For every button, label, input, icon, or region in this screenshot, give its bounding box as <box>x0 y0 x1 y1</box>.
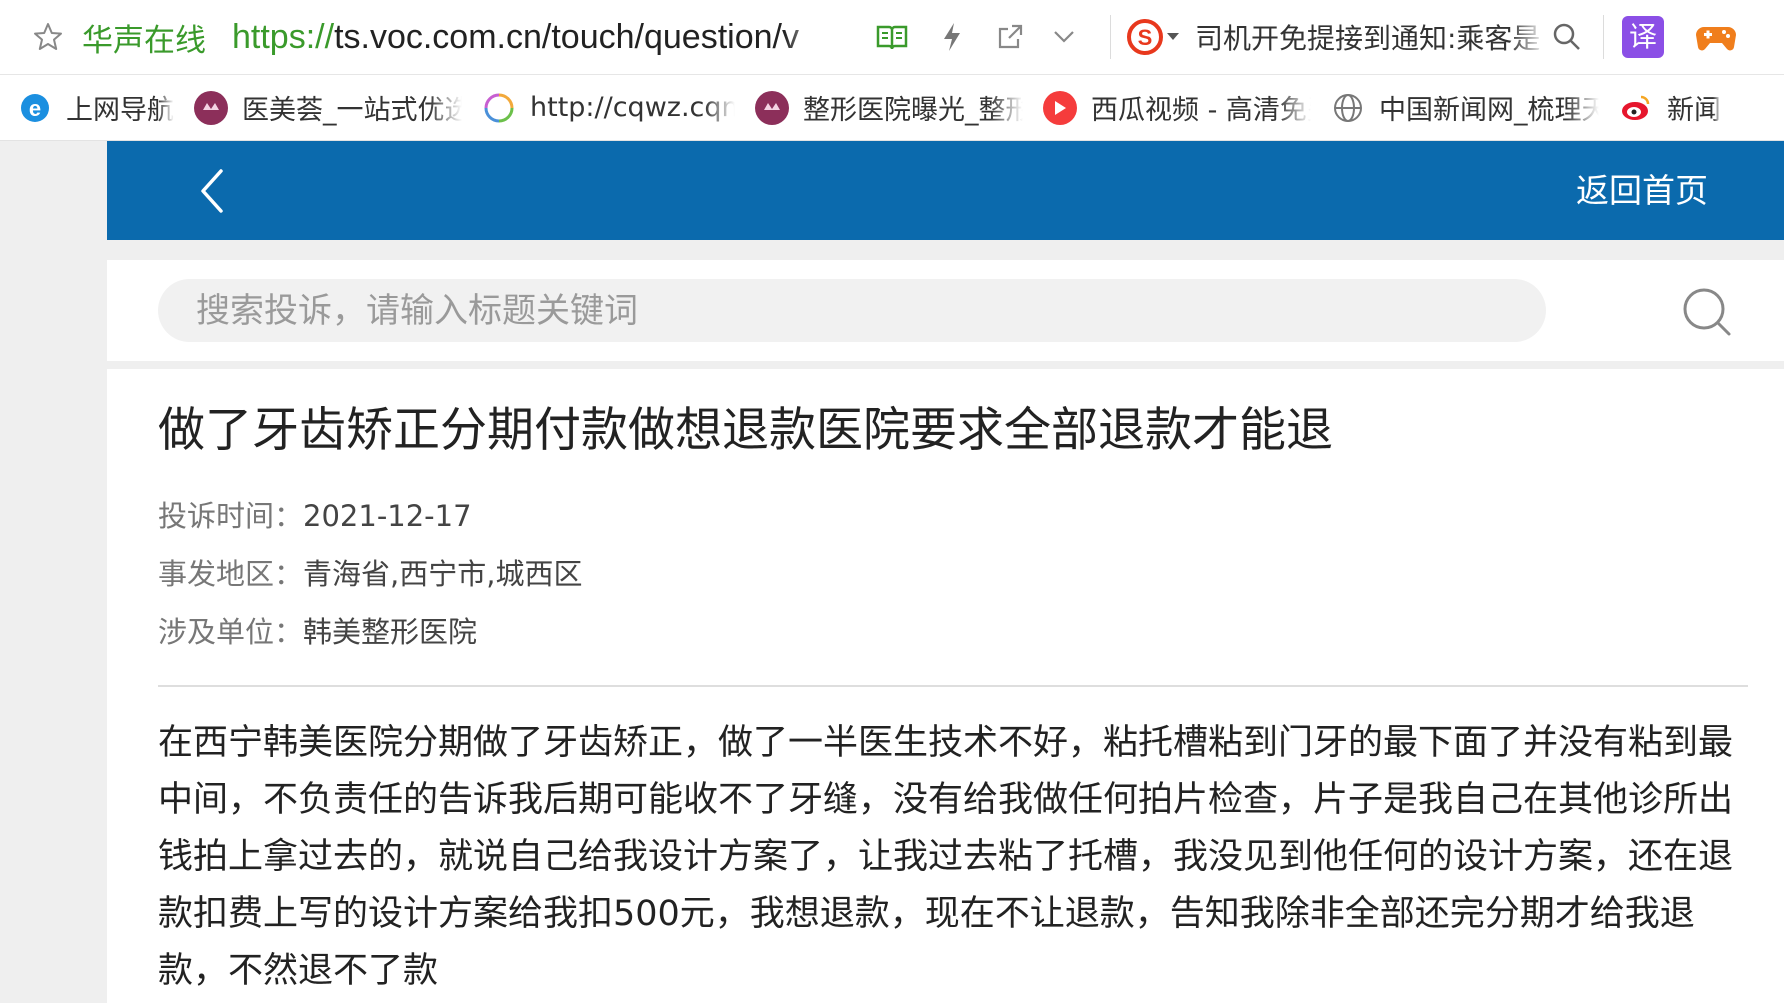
svg-text:S: S <box>1138 25 1153 50</box>
toolbar-separator <box>1603 15 1604 59</box>
divider <box>158 685 1748 687</box>
complaint-meta: 投诉时间：2021-12-17 事发地区：青海省,西宁市,城西区 涉及单位：韩美… <box>158 487 1748 661</box>
sogou-search-box[interactable]: S 司机开免提接到通知:乘客是 <box>1125 17 1587 57</box>
meta-key: 投诉时间： <box>158 499 304 533</box>
yimeihui-icon <box>194 90 228 125</box>
complaint-article: 做了牙齿矫正分期付款做想退款医院要求全部退款才能退 投诉时间：2021-12-1… <box>158 369 1748 1000</box>
meta-involved-unit: 涉及单位：韩美整形医院 <box>158 603 1748 661</box>
site-name: 华声在线 <box>82 22 206 59</box>
content-column: 返回首页 做了牙齿矫正分期付款做想退款医院要求全部退款才能退 投诉时间：2021… <box>107 141 1784 1003</box>
chevron-down-icon[interactable] <box>1044 17 1084 57</box>
complaint-body: 在西宁韩美医院分期做了牙齿矫正，做了一半医生技术不好，粘托槽粘到门牙的最下面了并… <box>158 723 1734 991</box>
meta-key: 涉及单位： <box>158 615 304 649</box>
bookmark-label: 中国新闻网_梳理天 <box>1379 95 1599 126</box>
translate-icon[interactable]: 译 <box>1622 16 1664 58</box>
search-icon[interactable] <box>1547 17 1587 57</box>
sogou-logo-icon[interactable]: S <box>1125 17 1165 57</box>
bookmark-label: 新闻 <box>1667 95 1721 126</box>
meta-complaint-time: 投诉时间：2021-12-17 <box>158 487 1748 545</box>
svg-text:e: e <box>29 96 41 121</box>
star-icon[interactable] <box>32 21 64 53</box>
loading-icon <box>482 91 516 125</box>
search-input[interactable] <box>158 279 1546 342</box>
bookmark-item[interactable]: http://cqwz.cqnews <box>482 91 735 125</box>
xigua-icon <box>1043 90 1077 125</box>
bookmark-item[interactable]: 新闻 <box>1619 88 1721 127</box>
bookmark-label: 上网导航 <box>66 95 174 126</box>
gamepad-icon[interactable] <box>1694 17 1738 57</box>
search-icon <box>1683 288 1731 336</box>
bookmark-item[interactable]: 西瓜视频 - 高清免费 <box>1043 88 1311 127</box>
weibo-icon <box>1619 91 1653 125</box>
chevron-left-icon <box>201 169 223 213</box>
section-gap <box>107 240 1784 260</box>
page-viewport: 返回首页 做了牙齿矫正分期付款做想退款医院要求全部退款才能退 投诉时间：2021… <box>0 141 1784 1003</box>
home-link[interactable]: 返回首页 <box>1576 166 1708 216</box>
bookmark-item[interactable]: e 上网导航 <box>18 88 174 127</box>
app-header: 返回首页 <box>107 141 1784 240</box>
reader-mode-icon[interactable] <box>872 17 912 57</box>
bookmark-item[interactable]: 整形医院曝光_整形 <box>755 88 1023 127</box>
toolbar-separator <box>1110 15 1111 59</box>
meta-value: 青海省,西宁市,城西区 <box>303 557 583 591</box>
yimeihui-icon <box>755 90 789 125</box>
ie-icon: e <box>18 91 52 125</box>
back-button[interactable] <box>187 166 237 216</box>
sogou-search-query[interactable]: 司机开免提接到通知:乘客是 <box>1195 17 1545 57</box>
caret-down-icon[interactable] <box>1165 17 1181 57</box>
browser-address-bar: 华声在线 https://ts.voc.com.cn/touch/questio… <box>0 0 1784 75</box>
bookmark-item[interactable]: 医美荟_一站式优选 <box>194 88 462 127</box>
url-protocol: https:// <box>232 17 335 56</box>
meta-value: 2021-12-17 <box>303 499 472 533</box>
lightning-icon[interactable] <box>932 17 972 57</box>
url-field[interactable]: https://ts.voc.com.cn/touch/question/v <box>232 18 832 57</box>
page-title: 做了牙齿矫正分期付款做想退款医院要求全部退款才能退 <box>158 403 1333 458</box>
url-path: ts.voc.com.cn/touch/question/v <box>334 17 799 56</box>
section-gap <box>107 361 1784 369</box>
bookmark-label: 医美荟_一站式优选 <box>242 95 462 126</box>
bookmark-label: 西瓜视频 - 高清免费 <box>1091 95 1311 126</box>
share-icon[interactable] <box>990 17 1030 57</box>
meta-key: 事发地区： <box>158 557 304 591</box>
search-button[interactable] <box>1679 284 1735 340</box>
meta-incident-region: 事发地区：青海省,西宁市,城西区 <box>158 545 1748 603</box>
bookmark-label: http://cqwz.cqnews <box>530 92 735 123</box>
bookmarks-bar: e 上网导航 医美荟_一站式优选 http://cqwz.cqnews 整形医院… <box>0 75 1784 141</box>
search-bar <box>107 260 1784 361</box>
meta-value: 韩美整形医院 <box>303 615 478 649</box>
bookmark-item[interactable]: 中国新闻网_梳理天 <box>1331 88 1599 127</box>
globe-icon <box>1331 91 1365 125</box>
bookmark-label: 整形医院曝光_整形 <box>803 95 1023 126</box>
